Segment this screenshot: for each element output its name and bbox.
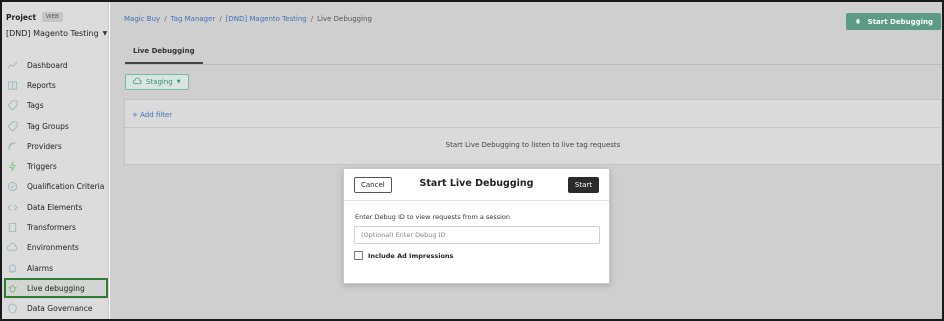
sidebar-item-alarms[interactable]: Alarms bbox=[2, 258, 109, 278]
tag-icon bbox=[6, 100, 18, 112]
project-selector[interactable]: [DND] Magento Testing ▼ bbox=[6, 29, 107, 38]
caret-down-icon: ▼ bbox=[102, 30, 108, 37]
sidebar-item-tags[interactable]: Tags bbox=[2, 96, 109, 116]
cancel-button[interactable]: Cancel bbox=[354, 177, 392, 193]
breadcrumb-separator: / bbox=[310, 15, 314, 23]
check-circle-icon bbox=[6, 181, 18, 193]
bolt-icon bbox=[6, 161, 18, 173]
sidebar-item-label: Transformers bbox=[27, 223, 76, 233]
breadcrumb-current: Live Debugging bbox=[317, 15, 372, 23]
include-ad-impressions-checkbox[interactable] bbox=[354, 251, 363, 260]
signal-icon bbox=[6, 140, 18, 152]
sidebar: Project WEB [DND] Magento Testing ▼ Dash… bbox=[2, 2, 109, 319]
modal-header: Cancel Start Live Debugging Start bbox=[344, 169, 609, 201]
project-type-badge: WEB bbox=[42, 12, 63, 22]
sidebar-item-label: Providers bbox=[27, 141, 62, 151]
breadcrumb: Magic Buy / Tag Manager / [DND] Magento … bbox=[124, 15, 372, 23]
file-icon bbox=[6, 222, 18, 234]
sidebar-item-label: Data Governance bbox=[27, 304, 93, 314]
sidebar-item-live-debugging[interactable]: Live debugging bbox=[2, 278, 109, 299]
sidebar-item-label: Environments bbox=[27, 243, 79, 253]
breadcrumb-separator: / bbox=[164, 15, 167, 23]
app-frame: Project WEB [DND] Magento Testing ▼ Dash… bbox=[0, 0, 944, 321]
sidebar-item-qualification-criteria[interactable]: Qualification Criteria bbox=[2, 177, 109, 197]
tab-live-debugging[interactable]: Live Debugging bbox=[125, 40, 203, 64]
debug-id-input[interactable] bbox=[354, 226, 600, 244]
environment-label: Staging bbox=[146, 78, 173, 86]
breadcrumb-separator: / bbox=[219, 15, 222, 23]
start-live-debugging-modal: Cancel Start Live Debugging Start Enter … bbox=[343, 168, 610, 284]
sidebar-item-label: Qualification Criteria bbox=[27, 182, 105, 192]
sidebar-item-data-governance[interactable]: Data Governance bbox=[2, 299, 109, 319]
sidebar-nav: Dashboard Reports Tags Tag Groups Provid… bbox=[2, 55, 109, 319]
sidebar-item-label: Tag Groups bbox=[27, 121, 69, 131]
panel-divider bbox=[125, 127, 941, 128]
bell-icon bbox=[6, 262, 18, 274]
tab-divider bbox=[124, 64, 942, 65]
environment-dropdown[interactable]: Staging ▼ bbox=[125, 74, 189, 90]
sidebar-item-reports[interactable]: Reports bbox=[2, 75, 109, 95]
start-button[interactable]: Start bbox=[567, 177, 599, 193]
start-debugging-button[interactable]: Start Debugging bbox=[845, 13, 941, 30]
bug-icon bbox=[854, 17, 862, 27]
sidebar-item-triggers[interactable]: Triggers bbox=[2, 156, 109, 176]
shield-icon bbox=[6, 303, 18, 315]
chart-line-icon bbox=[6, 59, 18, 71]
project-label: Project bbox=[6, 12, 37, 22]
start-debugging-label: Start Debugging bbox=[867, 17, 933, 26]
sidebar-item-label: Alarms bbox=[27, 263, 53, 273]
sidebar-item-environments[interactable]: Environments bbox=[2, 238, 109, 258]
include-ad-impressions-row[interactable]: Include Ad Impressions bbox=[354, 251, 453, 260]
breadcrumb-link[interactable]: Magic Buy bbox=[124, 15, 160, 23]
sidebar-item-label: Triggers bbox=[27, 162, 57, 172]
sidebar-item-label: Dashboard bbox=[27, 60, 68, 70]
sidebar-item-dashboard[interactable]: Dashboard bbox=[2, 55, 109, 75]
code-icon bbox=[6, 201, 18, 213]
breadcrumb-link[interactable]: [DND] Magento Testing bbox=[226, 15, 307, 23]
sidebar-item-transformers[interactable]: Transformers bbox=[2, 217, 109, 237]
caret-down-icon: ▼ bbox=[176, 79, 181, 85]
sidebar-item-tag-groups[interactable]: Tag Groups bbox=[2, 116, 109, 136]
debug-id-label: Enter Debug ID to view requests from a s… bbox=[355, 213, 511, 221]
sidebar-item-label: Reports bbox=[27, 80, 56, 90]
include-ad-impressions-label: Include Ad Impressions bbox=[368, 251, 454, 260]
sidebar-item-label: Live debugging bbox=[27, 283, 85, 293]
breadcrumb-link[interactable]: Tag Manager bbox=[171, 15, 216, 23]
empty-state-message: Start Live Debugging to listen to live t… bbox=[445, 141, 621, 149]
add-filter-link[interactable]: + Add filter bbox=[132, 111, 172, 119]
book-icon bbox=[6, 79, 18, 91]
tags-icon bbox=[6, 120, 18, 132]
cloud-icon bbox=[6, 242, 18, 254]
sidebar-item-label: Tags bbox=[27, 101, 44, 111]
project-row: Project WEB bbox=[6, 12, 63, 22]
cloud-icon bbox=[133, 77, 142, 88]
filter-panel: + Add filter Start Live Debugging to lis… bbox=[124, 99, 942, 165]
sidebar-item-label: Data Elements bbox=[27, 202, 83, 212]
sidebar-item-providers[interactable]: Providers bbox=[2, 136, 109, 156]
sidebar-item-data-elements[interactable]: Data Elements bbox=[2, 197, 109, 217]
bug-icon bbox=[6, 282, 18, 294]
project-name: [DND] Magento Testing bbox=[6, 29, 99, 38]
